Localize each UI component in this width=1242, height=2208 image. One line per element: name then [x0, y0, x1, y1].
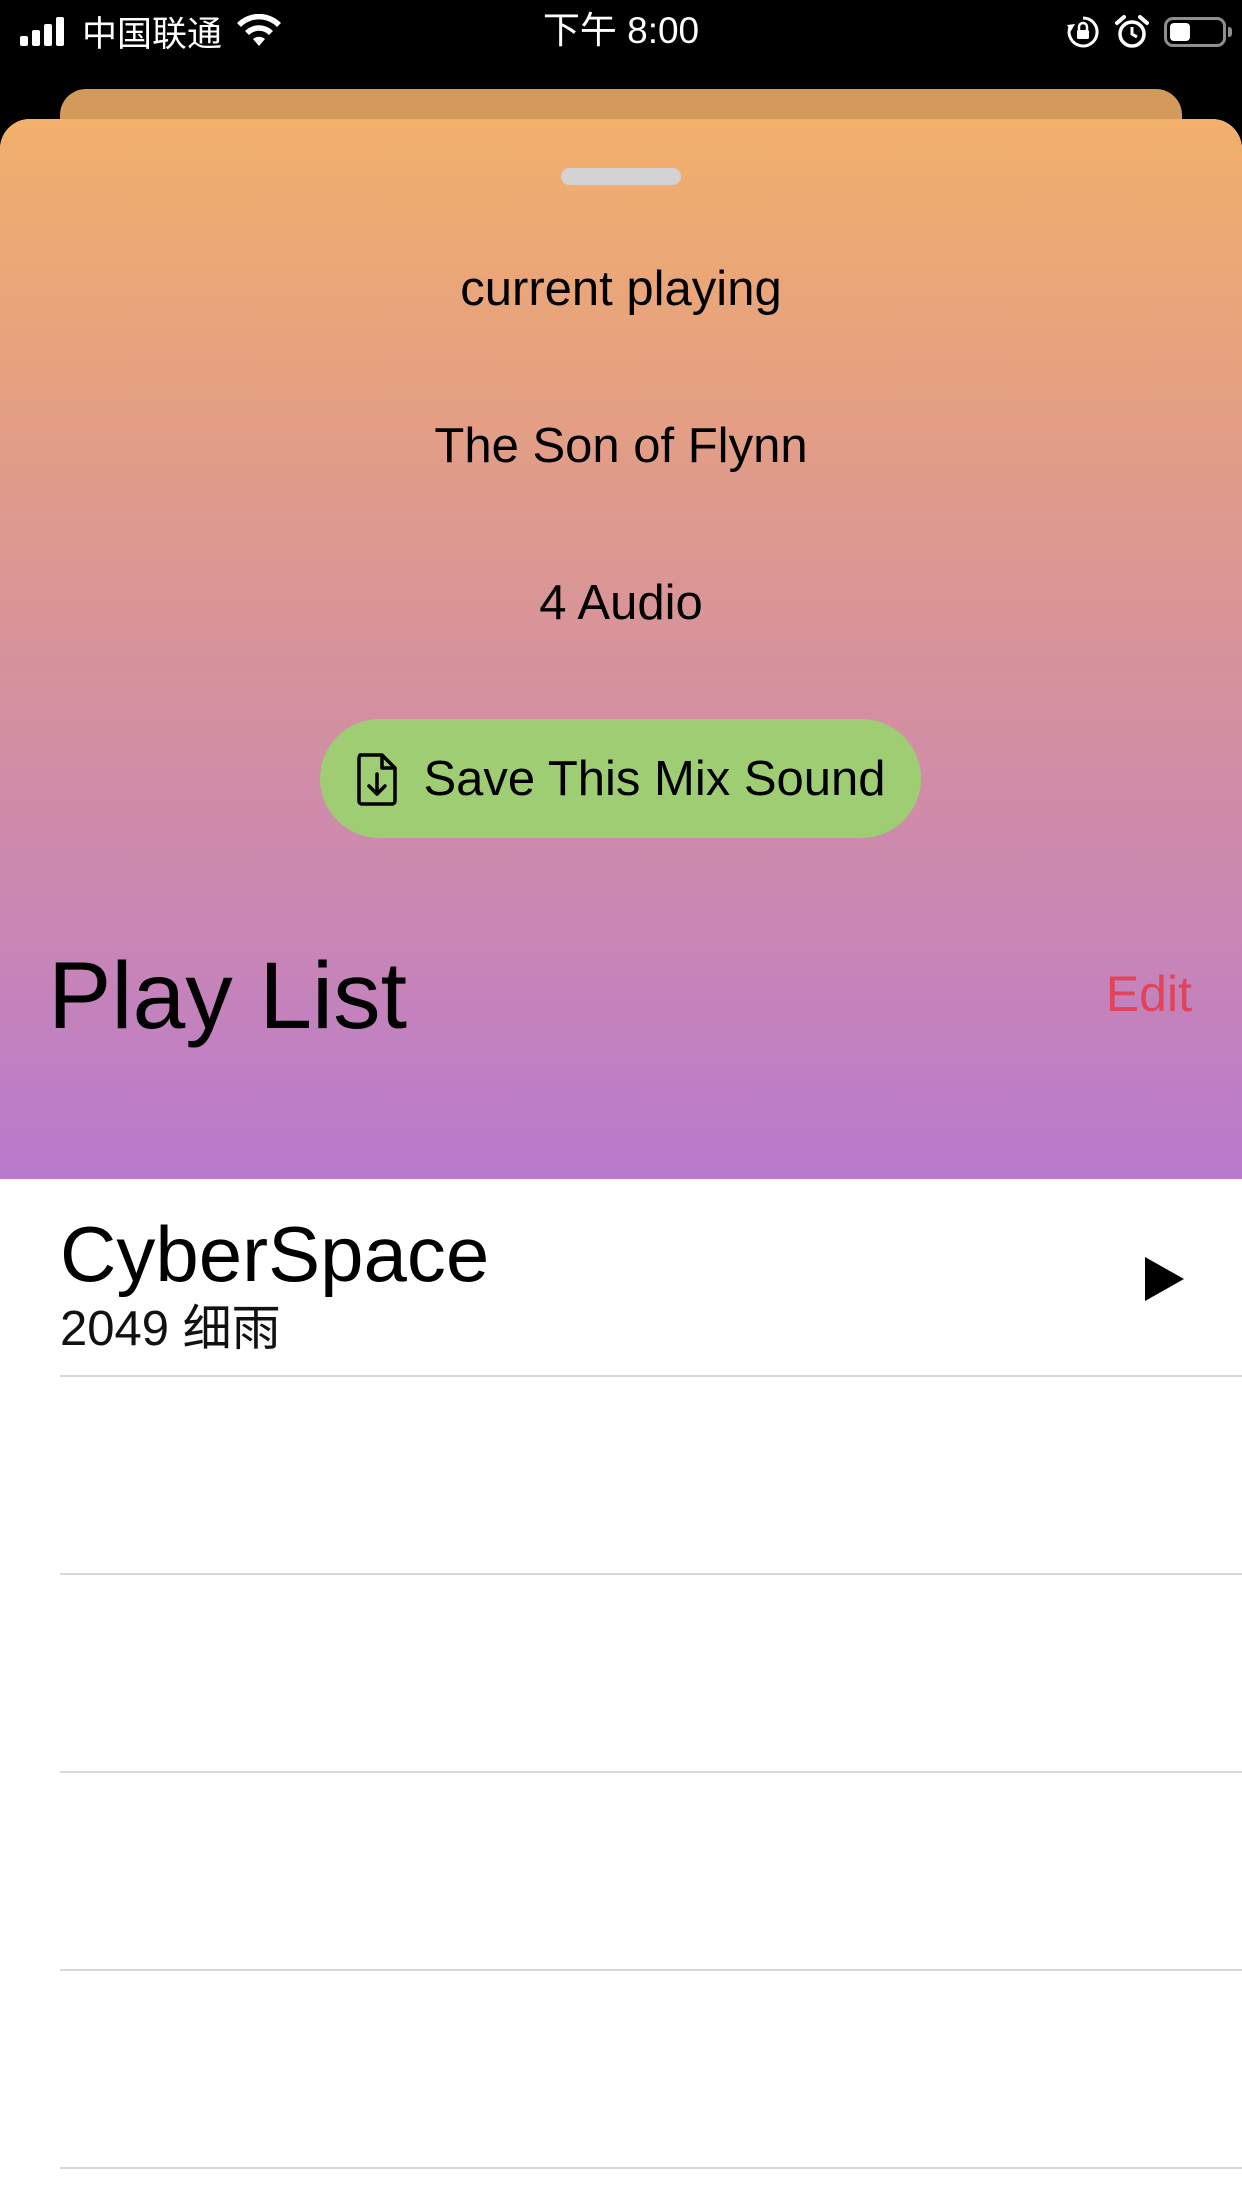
- save-mix-button[interactable]: Save This Mix Sound: [320, 719, 921, 838]
- status-time: 下午 8:00: [542, 10, 700, 51]
- audio-count: 4 Audio: [539, 576, 703, 630]
- track-title: CyberSpace: [60, 1210, 490, 1298]
- track-subtitle: 2049 细雨: [60, 1302, 281, 1356]
- file-download-icon: [357, 752, 398, 806]
- edit-button[interactable]: Edit: [1106, 964, 1192, 1024]
- sheet-header: current playing The Son of Flynn 4 Audio…: [0, 119, 1242, 1179]
- list-item[interactable]: [60, 1575, 1242, 1773]
- player-sheet: current playing The Son of Flynn 4 Audio…: [0, 119, 1242, 2208]
- play-icon[interactable]: [1142, 1255, 1186, 1303]
- list-item[interactable]: [60, 1971, 1242, 2169]
- list-item[interactable]: CyberSpace 2049 细雨: [60, 1179, 1242, 1377]
- mix-name: The Son of Flynn: [434, 419, 808, 473]
- list-item[interactable]: [60, 1773, 1242, 1971]
- playlist-title: Play List: [48, 943, 408, 1049]
- alarm-icon: [1115, 15, 1149, 48]
- screen: 中国联通 下午 8:00 current playing The Son of …: [0, 0, 1242, 2208]
- status-right: [1066, 12, 1232, 52]
- save-mix-button-label: Save This Mix Sound: [423, 751, 886, 806]
- status-bar: 中国联通 下午 8:00: [0, 0, 1242, 62]
- list-item[interactable]: [60, 1377, 1242, 1575]
- orientation-lock-icon: [1067, 16, 1099, 48]
- playlist-list: CyberSpace 2049 细雨: [0, 1179, 1242, 2169]
- sheet-grabber[interactable]: [561, 168, 681, 185]
- battery-fill: [1170, 23, 1190, 41]
- battery-icon: [1164, 17, 1232, 47]
- current-playing-label: current playing: [460, 262, 782, 316]
